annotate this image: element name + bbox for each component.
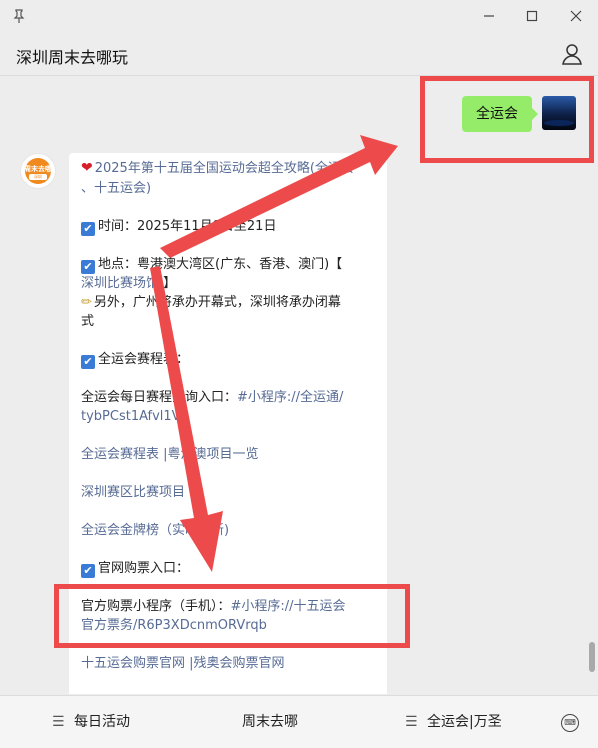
menu-item-games[interactable]: ☰ 全运会|万圣 [405, 696, 525, 748]
avatar-subtext: 深圳 [29, 174, 47, 180]
menu-item-daily[interactable]: ☰ 每日活动 [52, 696, 182, 748]
query-miniprogram-link-cont[interactable]: tybPCst1Afvl1Vy [81, 407, 188, 426]
time-text: 时间：2025年11月9日至21日 [98, 219, 277, 234]
avatar-text: 周末去哪 [24, 165, 52, 173]
official-account-avatar[interactable]: 周末去哪 深圳 [20, 153, 56, 189]
place-tail: 】 [159, 276, 177, 291]
article-title-line2[interactable]: 、十五运会) [81, 179, 151, 198]
highlight-box-ticket [54, 584, 410, 648]
place-text: 地点：粤港澳大湾区(广东、香港、澳门)【 [98, 257, 343, 272]
menu-bar: ☰ 每日活动 周末去哪 ☰ 全运会|万圣 ⌨ [0, 695, 598, 748]
schedule-heading: 全运会赛程表： [98, 352, 190, 367]
checkbox-icon: ✔ [81, 355, 95, 369]
note-text-cont: 式 [81, 314, 95, 329]
close-button[interactable] [565, 6, 587, 28]
keyboard-icon[interactable]: ⌨ [561, 714, 579, 732]
menu-item-weekend[interactable]: 周末去哪 [242, 696, 322, 748]
pin-icon[interactable] [12, 9, 28, 25]
highlight-box-message [420, 76, 594, 163]
menu-label: 全运会|万圣 [427, 714, 502, 730]
maximize-button[interactable] [521, 6, 543, 28]
query-entry-label: 全运会每日赛程查询入口： [81, 390, 238, 405]
pencil-icon: ✏ [81, 295, 92, 310]
scrollbar[interactable] [589, 642, 595, 672]
menu-icon: ☰ [405, 714, 418, 730]
checkbox-icon: ✔ [81, 260, 95, 274]
chat-title: 深圳周末去哪玩 [16, 48, 129, 67]
medal-table-link[interactable]: 全运会金牌榜（实时更新) [81, 521, 229, 540]
heart-icon: ❤ [81, 160, 93, 176]
official-ticket-links[interactable]: 十五运会购票官网 |残奥会购票官网 [81, 654, 285, 673]
chat-window: 深圳周末去哪玩 全运会 周末去哪 深圳 ❤ 2025年第十五届全国运动会超全攻略(… [0, 0, 598, 748]
title-bar [0, 0, 598, 34]
profile-icon[interactable] [560, 42, 584, 66]
menu-label: 每日活动 [74, 714, 130, 730]
query-miniprogram-link[interactable]: #小程序://全运通/ [237, 390, 343, 405]
minimize-button[interactable] [478, 6, 500, 28]
menu-icon: ☰ [52, 714, 65, 730]
checkbox-icon: ✔ [81, 222, 95, 236]
schedule-link[interactable]: 全运会赛程表 |粤港澳项目一览 [81, 445, 259, 464]
ticket-heading: 官网购票入口： [98, 561, 190, 576]
chat-header: 深圳周末去哪玩 [0, 34, 598, 76]
menu-label: 周末去哪 [242, 714, 298, 730]
shenzhen-venue-link[interactable]: 深圳比赛场馆 [81, 276, 159, 291]
note-text: 另外，广州将承办开幕式，深圳将承办闭幕 [93, 295, 341, 310]
checkbox-icon: ✔ [81, 564, 95, 578]
shenzhen-events-link[interactable]: 深圳赛区比赛项目 [81, 483, 185, 502]
article-title-line1[interactable]: 2025年第十五届全国运动会超全攻略(全运会 [95, 161, 354, 176]
